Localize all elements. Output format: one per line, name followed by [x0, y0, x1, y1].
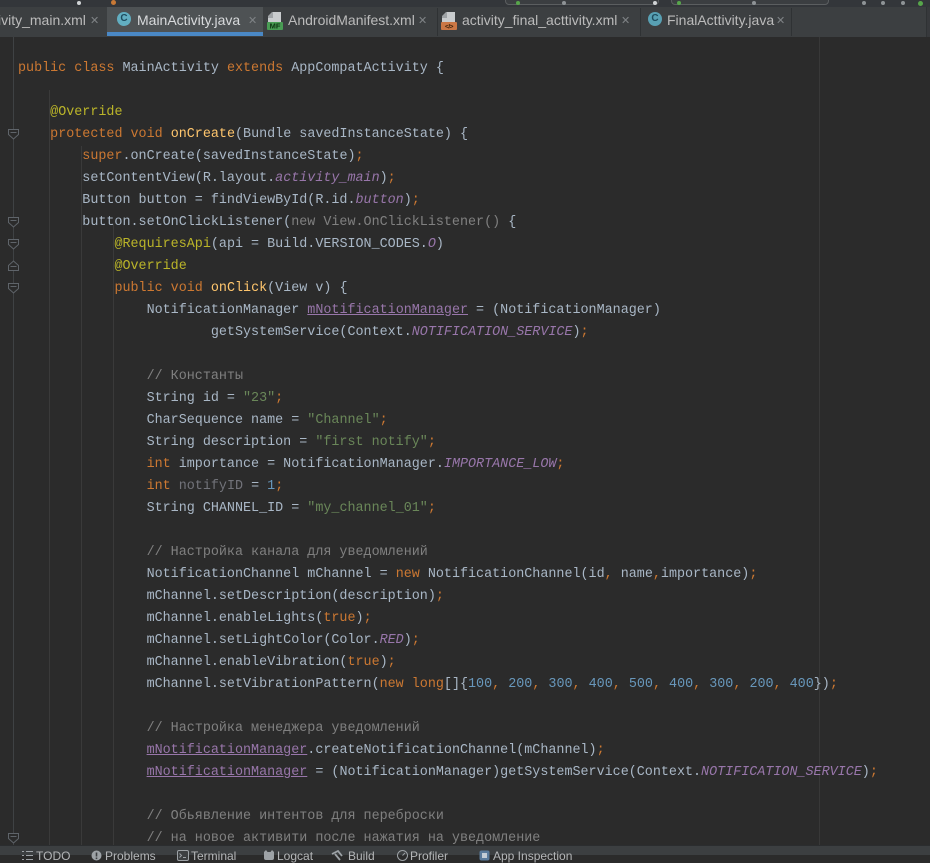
svg-text:</>: </>: [445, 23, 454, 30]
svg-text:MF: MF: [270, 22, 281, 30]
